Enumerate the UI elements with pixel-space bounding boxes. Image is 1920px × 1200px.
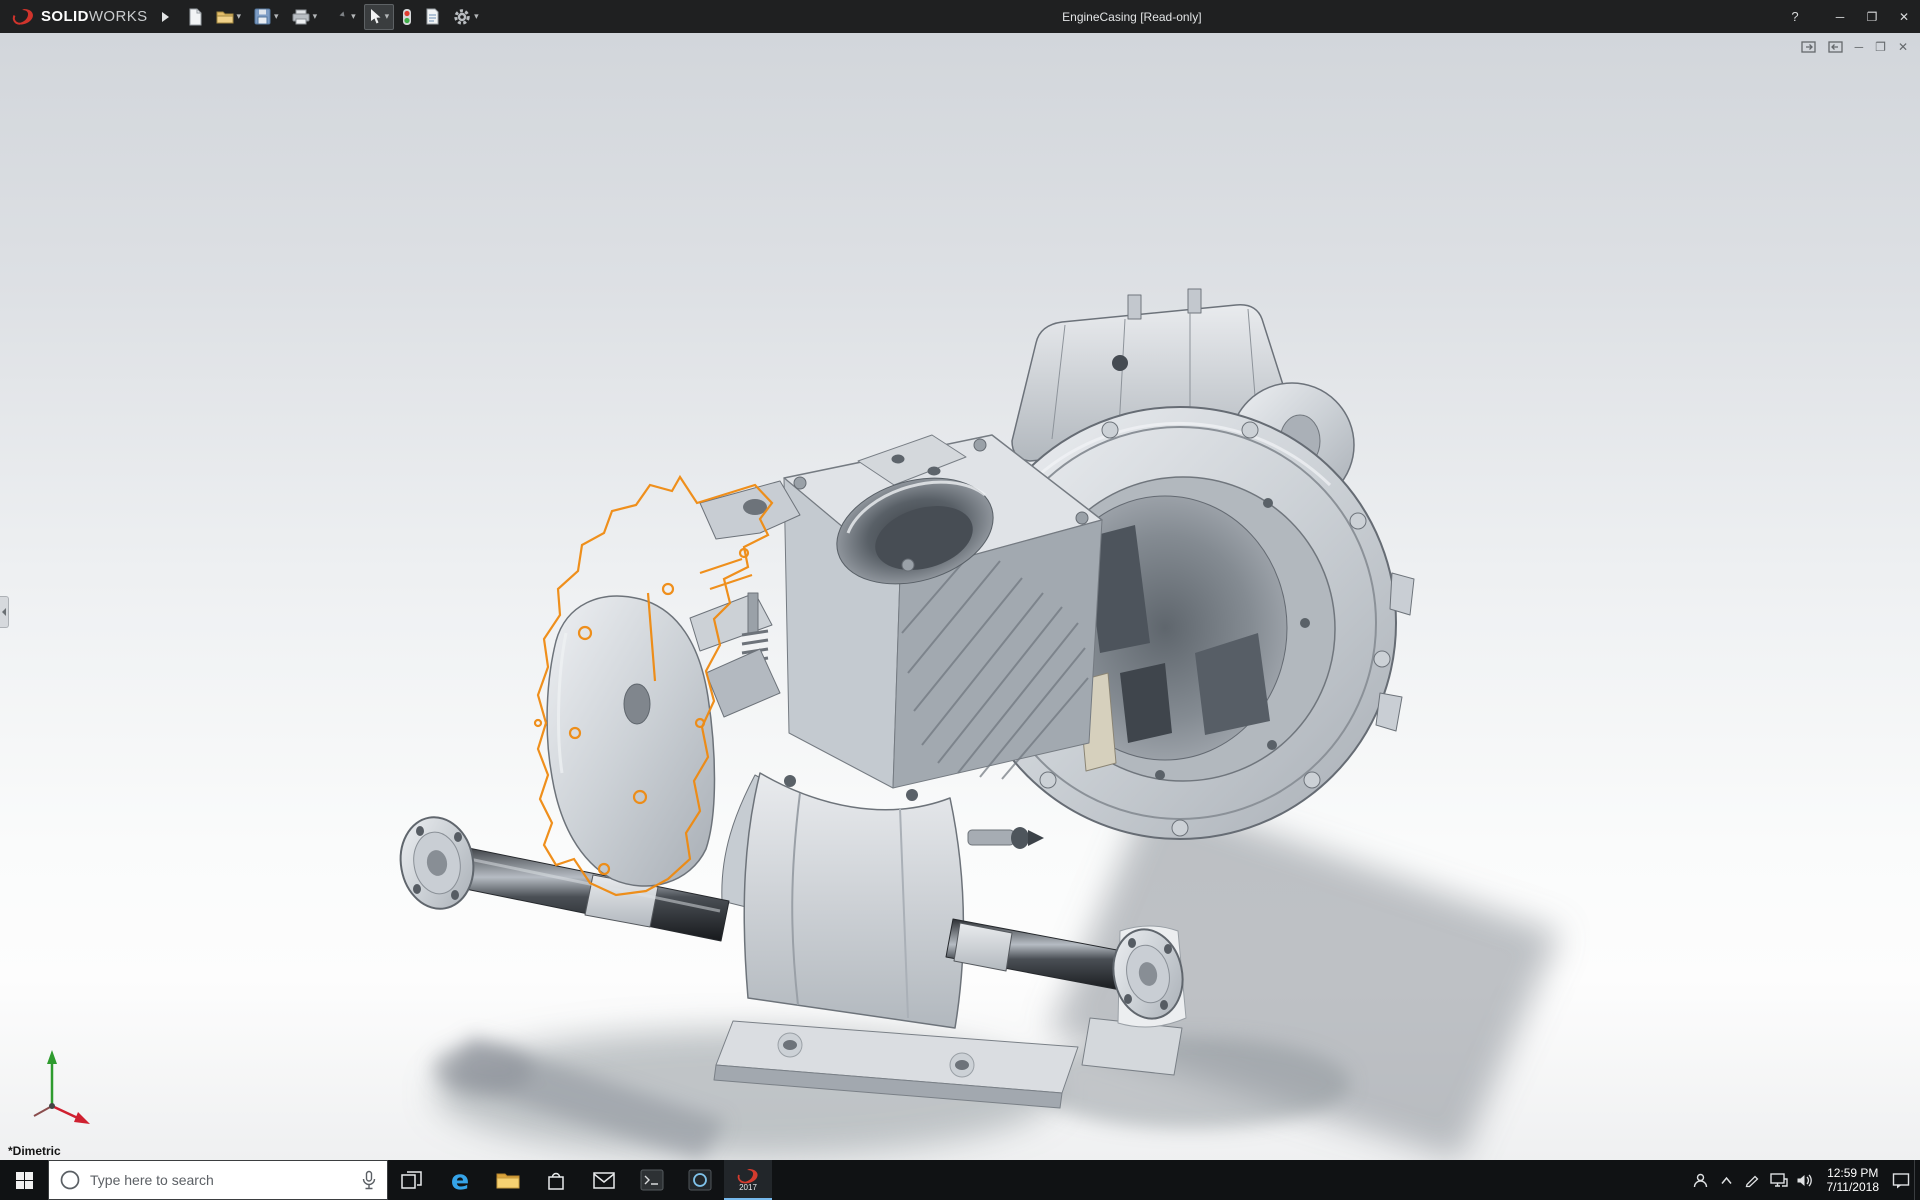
- mail-app-button[interactable]: [580, 1160, 628, 1200]
- maximize-button[interactable]: ❐: [1856, 0, 1888, 33]
- photos-app-icon: [688, 1169, 712, 1191]
- file-explorer-button[interactable]: [484, 1160, 532, 1200]
- edge-icon: e: [450, 1164, 470, 1196]
- quick-access-toolbar: ▾ ▾ ▾ ▾ ▾ ▾: [182, 3, 484, 30]
- open-button[interactable]: ▾: [211, 4, 247, 30]
- task-pane-collapse-tab[interactable]: [0, 596, 9, 628]
- hidden-icons-chevron[interactable]: [1714, 1160, 1740, 1200]
- window-controls: ? ─ ❐ ✕: [1780, 0, 1920, 33]
- microsoft-store-button[interactable]: [532, 1160, 580, 1200]
- file-explorer-icon: [496, 1173, 520, 1189]
- network-icon[interactable]: [1766, 1160, 1792, 1200]
- clock-date: 7/11/2018: [1826, 1180, 1880, 1194]
- command-prompt-button[interactable]: [628, 1160, 676, 1200]
- undo-button[interactable]: ▾: [325, 4, 361, 30]
- orientation-triad[interactable]: [14, 1040, 92, 1126]
- undo-icon: [339, 11, 345, 17]
- close-button[interactable]: ✕: [1888, 0, 1920, 33]
- windows-logo-icon: [15, 1171, 33, 1189]
- taskbar-clock[interactable]: 12:59 PM 7/11/2018: [1818, 1166, 1889, 1194]
- start-button[interactable]: [0, 1160, 48, 1200]
- task-view-button[interactable]: [388, 1160, 436, 1200]
- document-close-button[interactable]: ✕: [1898, 41, 1908, 53]
- save-button[interactable]: ▾: [249, 4, 284, 30]
- system-tray: 12:59 PM 7/11/2018: [1688, 1160, 1920, 1200]
- solidworks-window: SOLIDWORKS ▾ ▾ ▾ ▾ ▾ ▾ EngineCasing [Rea…: [0, 0, 1920, 1200]
- document-window-controls: ─ ❐ ✕: [1801, 41, 1908, 53]
- help-button[interactable]: ?: [1780, 0, 1810, 33]
- cylinder-block[interactable]: [783, 434, 1103, 789]
- search-input[interactable]: [90, 1172, 352, 1188]
- clock-time: 12:59 PM: [1827, 1166, 1879, 1180]
- dropdown-arrow-icon[interactable]: ▾: [274, 12, 279, 21]
- titlebar: SOLIDWORKS ▾ ▾ ▾ ▾ ▾ ▾ EngineCasing [Rea…: [0, 0, 1920, 33]
- rebuild-stoplight-icon: [403, 8, 412, 25]
- dropdown-arrow-icon[interactable]: ▾: [313, 12, 318, 21]
- new-document-icon: [189, 8, 202, 25]
- dropdown-arrow-icon[interactable]: ▾: [351, 12, 356, 21]
- print-button[interactable]: ▾: [287, 4, 323, 30]
- rebuild-button[interactable]: [397, 4, 417, 30]
- save-icon: [254, 8, 271, 25]
- view-orientation-label: *Dimetric: [8, 1144, 61, 1158]
- select-cursor-icon: [370, 9, 381, 24]
- expand-feature-pane-icon[interactable]: [1801, 41, 1816, 53]
- document-minimize-button[interactable]: ─: [1855, 41, 1864, 53]
- task-view-icon: [401, 1171, 422, 1189]
- new-document-button[interactable]: [182, 4, 208, 30]
- cortana-icon: [60, 1170, 80, 1190]
- dropdown-arrow-icon[interactable]: ▾: [237, 12, 242, 21]
- menu-flyout-arrow-icon[interactable]: [156, 4, 176, 30]
- mail-icon: [593, 1171, 615, 1189]
- print-icon: [292, 9, 310, 24]
- edge-browser-button[interactable]: e: [436, 1160, 484, 1200]
- select-tool-button[interactable]: ▾: [363, 3, 395, 30]
- file-properties-button[interactable]: [420, 4, 445, 30]
- solidworks-taskbar-button[interactable]: 2017: [724, 1160, 772, 1200]
- solidworks-version-label: 2017: [739, 1183, 757, 1192]
- photos-app-button[interactable]: [676, 1160, 724, 1200]
- window-title: EngineCasing [Read-only]: [1062, 9, 1202, 24]
- command-prompt-icon: [640, 1169, 664, 1191]
- dropdown-arrow-icon[interactable]: ▾: [474, 12, 479, 21]
- dropdown-arrow-icon[interactable]: ▾: [385, 12, 390, 21]
- open-folder-icon: [216, 11, 234, 23]
- volume-icon[interactable]: [1792, 1160, 1818, 1200]
- minimize-button[interactable]: ─: [1824, 0, 1856, 33]
- document-restore-button[interactable]: ❐: [1875, 41, 1886, 53]
- expand-display-pane-icon[interactable]: [1828, 41, 1843, 53]
- windows-ink-icon[interactable]: [1740, 1160, 1766, 1200]
- file-properties-icon: [426, 8, 439, 25]
- action-center-button[interactable]: [1888, 1160, 1914, 1200]
- options-button[interactable]: ▾: [448, 4, 484, 30]
- taskbar-search-box[interactable]: [48, 1160, 388, 1200]
- show-desktop-button[interactable]: [1914, 1160, 1920, 1200]
- windows-taskbar: e: [0, 1160, 1920, 1200]
- people-button[interactable]: [1688, 1160, 1714, 1200]
- ds-logo-icon: [12, 8, 33, 25]
- brand-text: SOLIDWORKS: [41, 8, 148, 25]
- engine-casing-model[interactable]: [0, 33, 1920, 1160]
- graphics-viewport[interactable]: ─ ❐ ✕ *Dimetric: [0, 33, 1920, 1160]
- store-icon: [548, 1172, 564, 1190]
- solidworks-logo: SOLIDWORKS: [0, 0, 156, 33]
- microphone-icon[interactable]: [361, 1170, 377, 1191]
- options-gear-icon: [454, 8, 470, 25]
